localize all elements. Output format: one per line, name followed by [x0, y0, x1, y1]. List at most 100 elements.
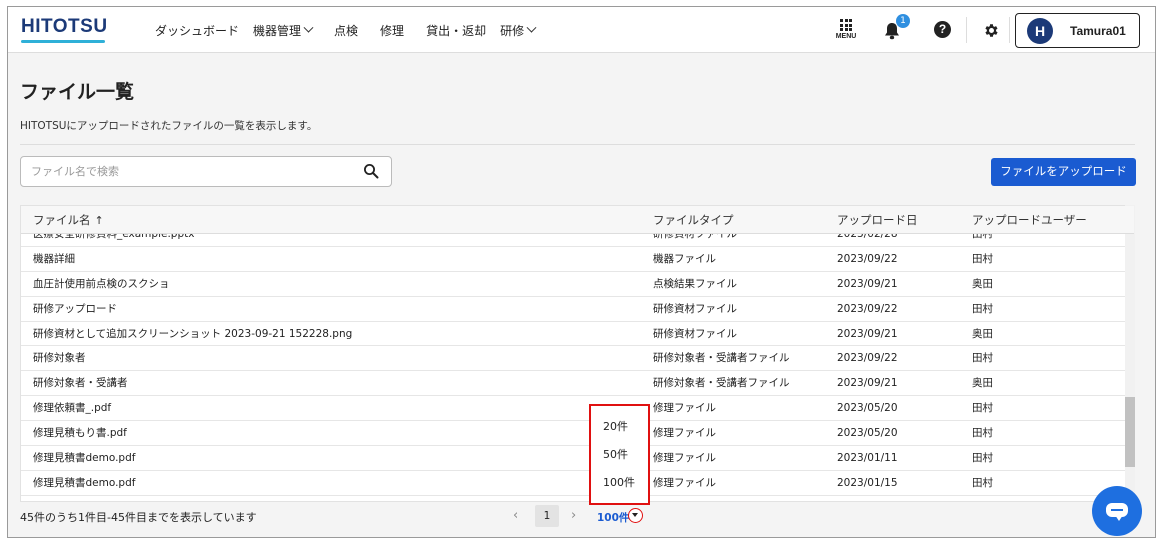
file-type-cell: 修理ファイル — [653, 452, 716, 465]
previous-page-button[interactable]: ‹ — [513, 508, 518, 523]
nav-repair-label: 修理 — [380, 23, 405, 38]
upload-date-cell: 2023/09/22 — [837, 352, 898, 365]
file-name-cell[interactable]: 研修アップロード — [33, 297, 117, 322]
upload-date-cell: 2023/05/20 — [837, 402, 898, 415]
table-header: ファイル名 ↑ ファイルタイプ アップロード日 アップロードユーザー — [21, 206, 1134, 234]
upload-file-button[interactable]: ファイルをアップロード — [991, 158, 1136, 186]
nav-equipment[interactable]: 機器管理 — [253, 22, 314, 39]
upload-date-cell: 2023/01/15 — [837, 476, 898, 489]
table-row[interactable]: 研修資材として追加スクリーンショット 2023-09-21 152228.png… — [21, 322, 1134, 347]
upload-date-cell: 2023/09/21 — [837, 377, 898, 390]
column-header-filename-label: ファイル名 — [33, 213, 91, 227]
nav-inspection[interactable]: 点検 — [334, 22, 358, 39]
file-table: 医療安全研修資料_example.pptx 研修資材ファイル 2023/02/28 田… — [20, 205, 1135, 502]
gear-icon[interactable] — [983, 22, 1000, 39]
file-name-cell[interactable]: 機器詳細 — [33, 247, 75, 272]
nav-lending[interactable]: 貸出・返却 — [426, 22, 486, 39]
file-name-cell[interactable]: 修理見積書demo.pdf — [33, 471, 135, 496]
table-row[interactable]: 研修アップロード 研修資材ファイル 2023/09/22 田村 — [21, 297, 1134, 322]
nav-training[interactable]: 研修 — [500, 22, 537, 39]
scrollbar-thumb[interactable] — [1125, 397, 1135, 467]
file-name-cell[interactable]: 修理見積書demo.pdf — [33, 446, 135, 471]
table-row[interactable]: 研修対象者 研修対象者・受講者ファイル 2023/09/22 田村 — [21, 346, 1134, 372]
file-name-cell[interactable]: 研修対象者 — [33, 346, 86, 371]
search-input[interactable] — [20, 156, 392, 187]
upload-date-cell: 2023/09/21 — [837, 277, 898, 290]
upload-user-cell: 田村 — [972, 427, 993, 440]
file-type-cell: 研修資材ファイル — [653, 302, 737, 315]
user-account-button[interactable]: H Tamura01 — [1015, 13, 1140, 48]
file-name-cell[interactable]: 研修対象者・受講者 — [33, 371, 128, 396]
file-type-cell: 点検結果ファイル — [653, 277, 737, 290]
upload-date-cell: 2023/09/22 — [837, 252, 898, 265]
upload-date-cell: 2023/05/20 — [837, 427, 898, 440]
header-divider — [966, 17, 967, 43]
file-type-cell: 機器ファイル — [653, 252, 716, 265]
avatar: H — [1027, 17, 1053, 44]
upload-user-cell: 田村 — [972, 302, 993, 315]
per-page-option-20[interactable]: 20件 — [603, 418, 628, 434]
chat-icon — [1106, 503, 1128, 521]
upload-user-cell: 奥田 — [972, 277, 993, 290]
column-header-upload-date[interactable]: アップロード日 — [837, 206, 918, 234]
file-type-cell: 研修資材ファイル — [653, 327, 737, 340]
upload-user-cell: 田村 — [972, 452, 993, 465]
top-header: HITOTSU ダッシュボード 機器管理 点検 修理 貸出・返却 研修 MENU… — [8, 7, 1155, 53]
file-type-cell: 修理ファイル — [653, 427, 716, 440]
table-row[interactable]: 研修対象者・受講者 研修対象者・受講者ファイル 2023/09/21 奥田 — [21, 371, 1134, 397]
column-header-filename[interactable]: ファイル名 ↑ — [33, 206, 104, 234]
page-description: HITOTSUにアップロードされたファイルの一覧を表示します。 — [20, 120, 318, 132]
next-page-button[interactable]: › — [571, 508, 576, 523]
per-page-option-100[interactable]: 100件 — [603, 474, 635, 490]
caret-down-icon[interactable] — [628, 508, 643, 523]
menu-button[interactable]: MENU — [832, 19, 860, 40]
nav-dashboard[interactable]: ダッシュボード — [155, 22, 239, 39]
table-body: 医療安全研修資料_example.pptx 研修資材ファイル 2023/02/28 田… — [21, 222, 1134, 496]
column-header-filetype[interactable]: ファイルタイプ — [653, 206, 734, 234]
notification-badge: 1 — [896, 14, 910, 28]
nav-training-label: 研修 — [500, 23, 525, 38]
nav-inspection-label: 点検 — [334, 23, 359, 38]
table-row[interactable]: 機器詳細 機器ファイル 2023/09/22 田村 — [21, 247, 1134, 272]
nav-equipment-label: 機器管理 — [253, 23, 302, 38]
file-type-cell: 研修対象者・受講者ファイル — [653, 352, 790, 365]
table-row[interactable]: 修理見積もり書.pdf 修理ファイル 2023/05/20 田村 — [21, 421, 1134, 447]
app-window: HITOTSU ダッシュボード 機器管理 点検 修理 貸出・返却 研修 MENU… — [7, 6, 1156, 538]
upload-user-cell: 奥田 — [972, 377, 993, 390]
hitotsu-logo[interactable]: HITOTSU — [21, 16, 108, 38]
upload-date-cell: 2023/09/22 — [837, 302, 898, 315]
chevron-down-icon — [526, 22, 537, 33]
file-name-cell[interactable]: 修理依頼書_.pdf — [33, 396, 111, 421]
upload-user-cell: 田村 — [972, 402, 993, 415]
search-icon[interactable] — [363, 163, 379, 179]
upload-date-cell: 2023/01/11 — [837, 452, 898, 465]
file-type-cell: 研修対象者・受講者ファイル — [653, 377, 790, 390]
nav-lending-label: 貸出・返却 — [426, 23, 487, 38]
help-icon[interactable]: ? — [934, 21, 951, 38]
file-name-cell[interactable]: 修理見積もり書.pdf — [33, 421, 127, 446]
table-row[interactable]: 血圧計使用前点検のスクショ 点検結果ファイル 2023/09/21 奥田 — [21, 272, 1134, 297]
table-row[interactable]: 修理見積書demo.pdf 修理ファイル 2023/01/15 田村 — [21, 471, 1134, 496]
result-count: 45件のうち1件目-45件目までを表示しています — [20, 511, 257, 524]
file-name-cell[interactable]: 血圧計使用前点検のスクショ — [33, 272, 170, 297]
nav-dashboard-label: ダッシュボード — [155, 23, 240, 38]
upload-user-cell: 田村 — [972, 352, 993, 365]
per-page-option-50[interactable]: 50件 — [603, 446, 628, 462]
page-number-current[interactable]: 1 — [535, 505, 559, 527]
menu-label: MENU — [835, 33, 857, 40]
column-header-upload-user[interactable]: アップロードユーザー — [972, 206, 1087, 234]
file-type-cell: 修理ファイル — [653, 476, 716, 489]
table-row[interactable]: 修理依頼書_.pdf 修理ファイル 2023/05/20 田村 — [21, 396, 1134, 422]
user-name: Tamura01 — [1070, 23, 1126, 38]
file-name-cell[interactable]: 研修資材として追加スクリーンショット 2023-09-21 152228.png — [33, 322, 352, 347]
divider — [20, 144, 1135, 145]
table-row[interactable]: 修理見積書demo.pdf 修理ファイル 2023/01/11 田村 — [21, 446, 1134, 471]
upload-user-cell: 田村 — [972, 252, 993, 265]
per-page-dropdown: 20件 50件 100件 — [589, 404, 650, 505]
upload-date-cell: 2023/09/21 — [837, 327, 898, 340]
upload-user-cell: 奥田 — [972, 327, 993, 340]
chat-support-button[interactable] — [1092, 486, 1142, 536]
upload-user-cell: 田村 — [972, 476, 993, 489]
per-page-select[interactable]: 100件 — [597, 510, 629, 525]
nav-repair[interactable]: 修理 — [380, 22, 404, 39]
